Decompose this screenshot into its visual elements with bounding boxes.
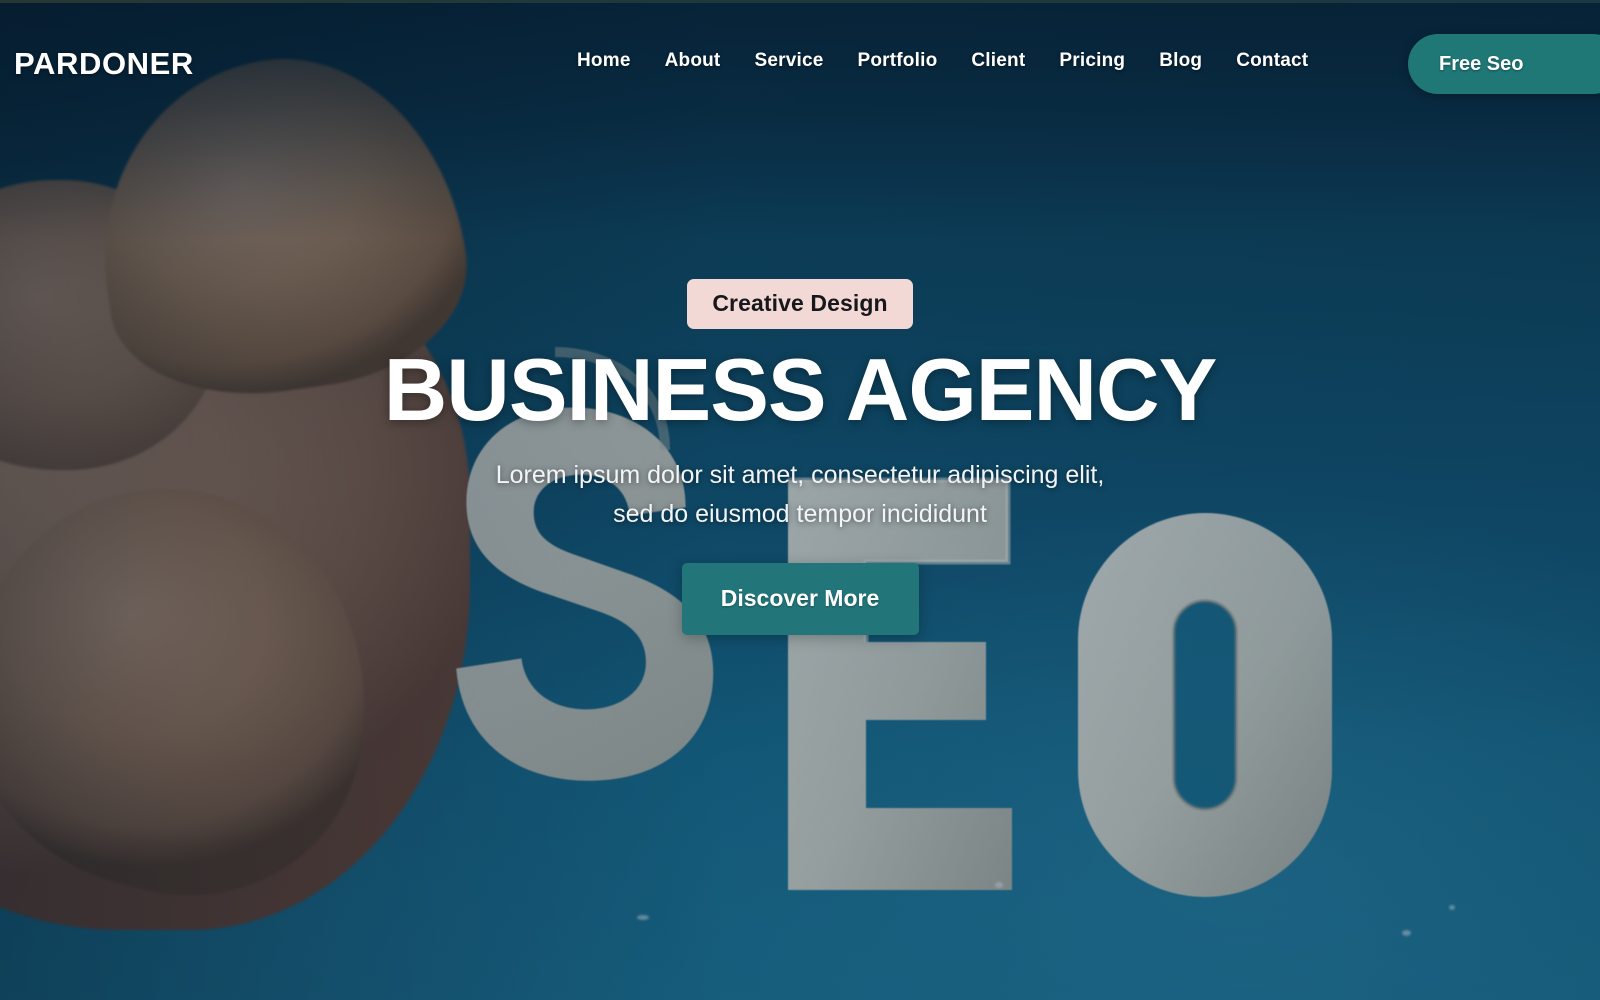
nav-item-portfolio[interactable]: Portfolio	[840, 50, 954, 72]
hero-subtitle-line-1: Lorem ipsum dolor sit amet, consectetur …	[495, 461, 1105, 489]
nav-item-contact[interactable]: Contact	[1219, 50, 1325, 72]
nav-item-home[interactable]: Home	[560, 50, 648, 72]
nav-item-client[interactable]: Client	[954, 50, 1042, 72]
nav-item-pricing[interactable]: Pricing	[1042, 50, 1142, 72]
nav-item-service[interactable]: Service	[737, 50, 840, 72]
page-top-edge	[0, 0, 1600, 3]
hero-badge: Creative Design	[687, 279, 913, 329]
hero-title: BUSINESS AGENCY	[383, 340, 1218, 439]
discover-more-button[interactable]: Discover More	[681, 562, 919, 635]
site-header: PARDONER Home About Service Portfolio Cl…	[0, 0, 1600, 128]
main-navigation: Home About Service Portfolio Client Pric…	[560, 50, 1325, 72]
nav-item-about[interactable]: About	[648, 50, 738, 72]
nav-item-blog[interactable]: Blog	[1142, 50, 1219, 72]
free-seo-button[interactable]: Free Seo	[1408, 34, 1600, 94]
hero-subtitle: Lorem ipsum dolor sit amet, consectetur …	[0, 456, 1600, 534]
hero-subtitle-line-2: sed do eiusmod tempor incididunt	[613, 499, 987, 528]
brand-logo[interactable]: PARDONER	[14, 46, 194, 82]
hero-section: PARDONER Home About Service Portfolio Cl…	[0, 0, 1600, 1000]
